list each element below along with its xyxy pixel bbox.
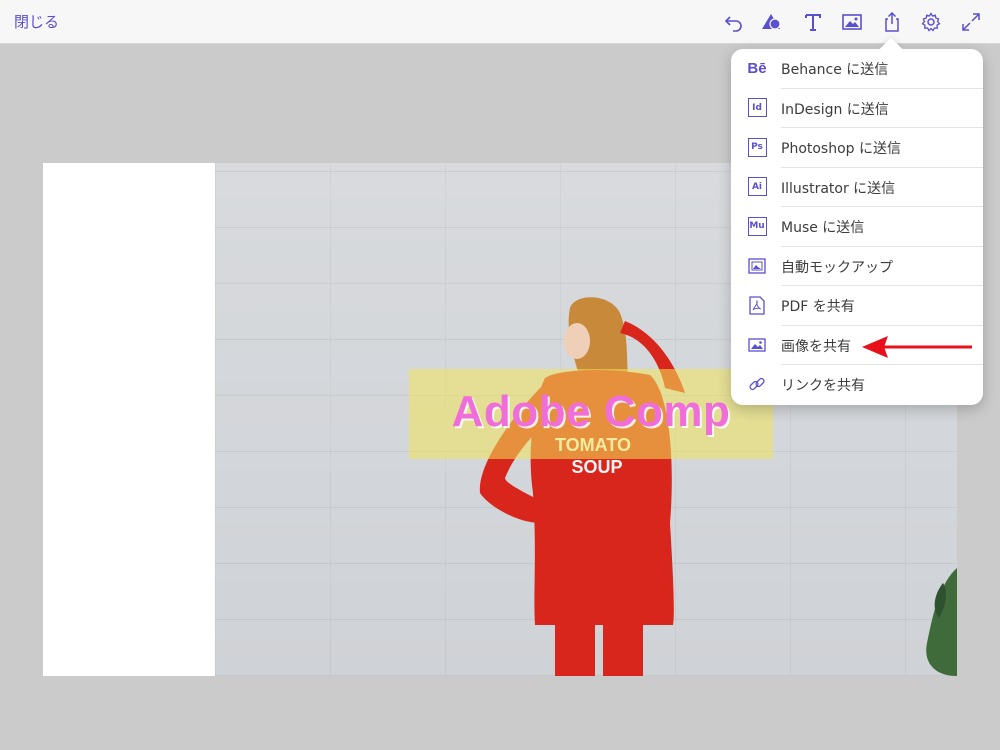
menu-item-illustrator[interactable]: Ai Illustrator に送信 xyxy=(731,168,983,207)
indesign-icon: Id xyxy=(747,98,767,118)
behance-icon: Bē xyxy=(747,59,767,77)
menu-item-label: 画像を共有 xyxy=(781,338,851,355)
muse-icon: Mu xyxy=(747,216,767,236)
image-icon[interactable] xyxy=(839,9,865,35)
menu-item-behance[interactable]: Bē Behance に送信 xyxy=(731,49,983,89)
menu-item-label: PDF を共有 xyxy=(781,299,855,315)
share-icon[interactable] xyxy=(879,9,905,35)
menu-item-share-link[interactable]: リンクを共有 xyxy=(731,365,983,405)
photoshop-icon: Ps xyxy=(747,137,767,157)
menu-item-photoshop[interactable]: Ps Photoshop に送信 xyxy=(731,128,983,168)
menu-item-label: Illustrator に送信 xyxy=(781,180,896,197)
link-icon xyxy=(747,374,767,394)
settings-icon[interactable] xyxy=(918,9,944,35)
menu-item-indesign[interactable]: Id InDesign に送信 xyxy=(731,89,983,128)
mockup-icon xyxy=(747,256,767,276)
menu-item-share-pdf[interactable]: PDF を共有 xyxy=(731,286,983,326)
menu-item-label: リンクを共有 xyxy=(781,378,865,394)
annotation-arrow xyxy=(862,336,972,358)
shapes-icon[interactable] xyxy=(759,9,785,35)
top-toolbar: 閉じる xyxy=(0,0,1000,44)
pdf-icon xyxy=(747,295,767,315)
menu-item-auto-mockup[interactable]: 自動モックアップ xyxy=(731,247,983,286)
menu-item-label: InDesign に送信 xyxy=(781,101,889,118)
menu-item-label: Photoshop に送信 xyxy=(781,141,902,157)
fullscreen-icon[interactable] xyxy=(958,9,984,35)
close-button[interactable]: 閉じる xyxy=(14,11,59,32)
title-banner[interactable]: Adobe Comp xyxy=(409,369,773,459)
text-icon[interactable] xyxy=(800,9,826,35)
menu-item-label: Muse に送信 xyxy=(781,220,865,236)
menu-item-label: Behance に送信 xyxy=(781,62,889,78)
image-icon xyxy=(747,335,767,355)
undo-icon[interactable] xyxy=(721,9,747,35)
menu-item-label: 自動モックアップ xyxy=(781,259,893,276)
banner-title[interactable]: Adobe Comp xyxy=(409,387,773,437)
svg-text:SOUP: SOUP xyxy=(571,457,622,477)
illustrator-icon: Ai xyxy=(747,177,767,197)
menu-item-muse[interactable]: Mu Muse に送信 xyxy=(731,207,983,247)
